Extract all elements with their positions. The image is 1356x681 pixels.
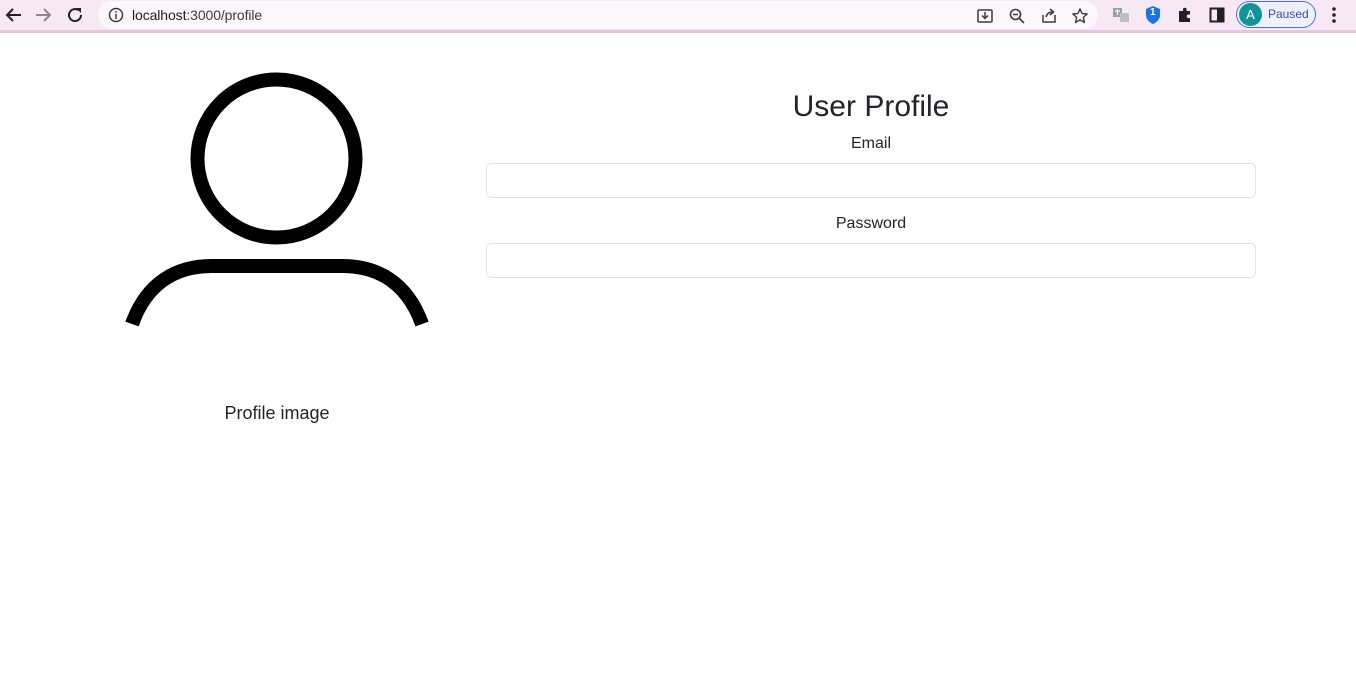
profile-image-caption: Profile image: [224, 403, 330, 423]
side-panel-icon[interactable]: [1203, 2, 1231, 28]
profile-status: Paused: [1268, 7, 1309, 21]
reload-button[interactable]: [61, 2, 89, 28]
share-icon[interactable]: [1038, 5, 1060, 27]
shield-extension-icon[interactable]: 1: [1139, 2, 1167, 28]
email-field[interactable]: [486, 163, 1256, 198]
url-path: :3000/profile: [186, 7, 263, 23]
install-icon[interactable]: [974, 5, 996, 27]
shield-badge: 1: [1150, 7, 1156, 18]
avatar: A: [1239, 3, 1262, 26]
kebab-menu-icon[interactable]: [1320, 2, 1348, 28]
url-host: localhost: [132, 7, 187, 23]
page-title: User Profile: [792, 90, 950, 123]
back-button[interactable]: [0, 2, 28, 28]
password-label: Password: [835, 215, 907, 232]
user-avatar-icon: [122, 70, 434, 345]
reload-icon: [68, 8, 83, 23]
url-text: localhost:3000/profile: [132, 7, 262, 23]
browser-toolbar: localhost:3000/profile 1 A Paused: [0, 0, 1356, 33]
arrow-left-icon: [5, 8, 21, 22]
address-bar[interactable]: localhost:3000/profile: [98, 1, 1098, 29]
arrow-right-icon: [36, 8, 52, 22]
star-icon[interactable]: [1069, 5, 1091, 27]
forward-button[interactable]: [29, 2, 57, 28]
profile-button[interactable]: A Paused: [1236, 1, 1316, 28]
translate-extension-icon[interactable]: [1107, 2, 1135, 28]
password-field[interactable]: [486, 243, 1256, 278]
email-label: Email: [850, 135, 891, 152]
zoom-out-icon[interactable]: [1006, 5, 1028, 27]
info-icon[interactable]: [108, 7, 124, 28]
puzzle-icon[interactable]: [1171, 2, 1199, 28]
